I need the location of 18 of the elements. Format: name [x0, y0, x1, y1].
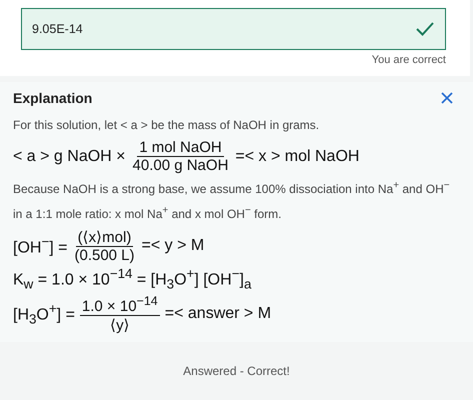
status-text: Answered - Correct! — [0, 342, 473, 400]
fraction: 1.0 × 10$^{−14}$ ⟨y⟩ — [80, 294, 160, 334]
fraction: 1 mol NaOH 40.00 g NaOH — [132, 139, 230, 174]
checkmark-icon — [415, 21, 435, 37]
feedback-text: You are correct — [370, 54, 446, 66]
equation-text: < a > g NaOH × — [13, 148, 126, 166]
explanation-text: Because NaOH is a strong base, we assume 100% dissociation into Na$^{+}$ and OH$^{−}$ in a 1:1 mole ratio: x mol Na$^{+}$ and x mol OH$^{−}$ form. — [13, 179, 451, 223]
explanation-title: Explanation — [13, 90, 92, 106]
equation-text: K$_{w}$ = 1.0 × 10$^{−14}$ = [H$_{3}$O$^{+}$] [OH$^{−}$]$_{a}$ — [13, 266, 252, 292]
equation-text: =< answer > M — [164, 304, 272, 323]
equation-text: [H$_{3}$O$^{+}$] = — [13, 300, 75, 326]
answer-field[interactable]: 9.05E-14 — [21, 8, 446, 50]
equation-text: =< x > mol NaOH — [235, 148, 360, 166]
explanation-text: For this solution, let < a > be the mass of NaOH in grams. — [13, 117, 320, 134]
equation-text: [OH$^{−}$] = — [13, 234, 68, 258]
close-icon[interactable] — [441, 92, 453, 104]
equation-text: =< y > M — [142, 237, 204, 255]
fraction: (⟨x⟩mol) (0.500 L) — [73, 228, 136, 264]
